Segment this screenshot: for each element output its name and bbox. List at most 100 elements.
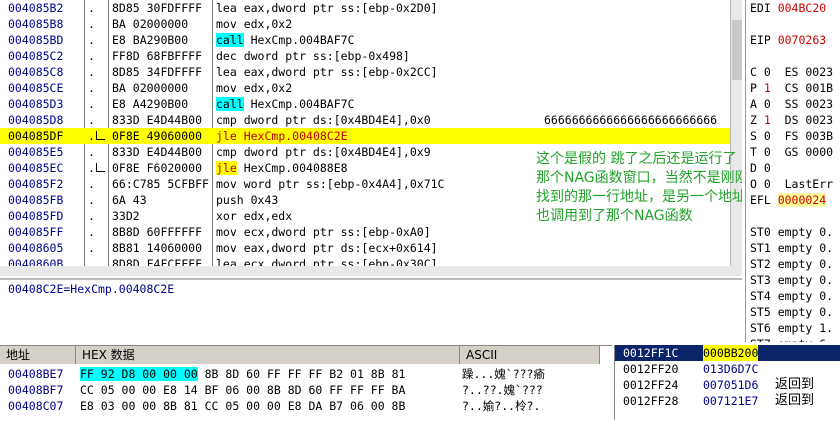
register-line[interactable]: EFL 0000024 bbox=[750, 192, 827, 208]
opcode-bytes: 8B8D 60FFFFFF bbox=[112, 225, 203, 239]
instruction-address[interactable]: 004085B8 bbox=[8, 16, 63, 32]
disasm-row[interactable]: 004085CE. BA 02000000 mov edx,0x2 bbox=[0, 80, 742, 96]
register-line[interactable]: Z 1 DS 0023 bbox=[750, 112, 833, 128]
register-value[interactable]: 0000024 bbox=[777, 193, 827, 207]
register-line[interactable]: S 0 FS 003B bbox=[750, 128, 833, 144]
dump-address[interactable]: 00408BF7 bbox=[8, 382, 63, 398]
disasm-row[interactable]: 004085C2. FF8D 68FBFFFF dec dword ptr ss:[… bbox=[0, 48, 742, 64]
disasm-row[interactable]: 004085D8. 833D E4D44B00 cmp dword ptr ds:[… bbox=[0, 112, 742, 128]
instruction-text: mov word ptr ss:[ebp-0x4A4],0x71C bbox=[216, 177, 445, 191]
disasm-row[interactable]: 004085D3. E8 A4290B00 call HexCmp.004BAF7C bbox=[0, 96, 742, 112]
disassembly-scrollbar[interactable] bbox=[730, 0, 742, 276]
register-name: P bbox=[750, 81, 764, 95]
dump-header-hex[interactable]: HEX 数据 bbox=[76, 346, 460, 364]
register-name: O 0 LastErr bbox=[750, 177, 834, 191]
disassembly-pane[interactable]: 004085B2. 8D85 30FDFFFF lea eax,dword ptr … bbox=[0, 0, 742, 278]
jump-arrow-icon bbox=[96, 163, 105, 172]
mnemonic: jle bbox=[216, 161, 237, 175]
register-name: T 0 GS 0000 bbox=[750, 145, 834, 159]
opcode-bytes: FF8D 68FBFFFF bbox=[112, 49, 203, 63]
opcode-bytes: BA 02000000 bbox=[112, 17, 189, 31]
stack-address[interactable]: 0012FF20 bbox=[623, 361, 678, 377]
register-line[interactable]: EIP 0070263 bbox=[750, 32, 826, 48]
stack-pane[interactable]: 0012FF1C 000BB200 0012FF20 013D6D7C 0012FF24… bbox=[614, 345, 840, 420]
instruction-address[interactable]: 004085B2 bbox=[8, 0, 63, 16]
instruction-address[interactable]: 004085F2 bbox=[8, 176, 63, 192]
row-marker: . bbox=[88, 209, 95, 223]
instruction-address[interactable]: 004085FB bbox=[8, 192, 63, 208]
dump-row[interactable]: 00408C07 E8 03 00 00 8B 81 CC 05 00 00 E8… bbox=[0, 398, 612, 414]
register-line[interactable]: ST5 empty 0. bbox=[750, 304, 833, 320]
disasm-row[interactable]: 004085DF. 0F8E 49060000 jle HexCmp.00408C2… bbox=[0, 128, 742, 144]
register-line[interactable]: ST3 empty 0. bbox=[750, 272, 833, 288]
register-line[interactable]: ST0 empty 0. bbox=[750, 224, 833, 240]
instruction-address[interactable]: 004085FF bbox=[8, 224, 63, 240]
register-name: ST4 empty 0. bbox=[750, 289, 834, 303]
instruction-text: mov edx,0x2 bbox=[216, 81, 293, 95]
register-value[interactable]: 004BC20 bbox=[778, 1, 826, 15]
stack-value: 007051D6 bbox=[703, 378, 759, 392]
stack-address[interactable]: 0012FF24 bbox=[623, 377, 678, 393]
register-line[interactable]: ST4 empty 0. bbox=[750, 288, 833, 304]
row-marker: . bbox=[88, 97, 95, 111]
register-line[interactable]: O 0 LastErr bbox=[750, 176, 833, 192]
opcode-bytes: BA 02000000 bbox=[112, 81, 189, 95]
register-line[interactable]: ST6 empty 1. bbox=[750, 320, 833, 336]
instruction-address[interactable]: 004085BD bbox=[8, 32, 63, 48]
dump-row[interactable]: 00408BF7 CC 05 00 00 E8 14 BF 06 00 8B 8D… bbox=[0, 382, 612, 398]
dump-header-address[interactable]: 地址 bbox=[0, 346, 76, 364]
stack-row[interactable]: 0012FF24 007051D6 返回到 bbox=[615, 377, 840, 393]
register-value[interactable]: 1 bbox=[764, 81, 771, 95]
stack-row[interactable]: 0012FF28 007121E7 返回到 bbox=[615, 393, 840, 409]
disassembly-hscrollbar[interactable] bbox=[0, 266, 742, 276]
register-name: ST2 empty 0. bbox=[750, 257, 834, 271]
dump-row[interactable]: 00408BE7 FF 92 D8 00 00 00 8B 8D 60 FF FF… bbox=[0, 366, 612, 382]
register-line[interactable]: A 0 SS 0023 bbox=[750, 96, 833, 112]
stack-comment: 返回到 bbox=[775, 377, 815, 392]
register-line[interactable]: D 0 bbox=[750, 160, 771, 176]
register-line[interactable]: T 0 GS 0000 bbox=[750, 144, 833, 160]
dump-header-ascii[interactable]: ASCII bbox=[460, 346, 600, 364]
stack-value: 000BB200 bbox=[703, 345, 759, 361]
disasm-row[interactable]: 004085C8. 8D85 34FDFFFF lea eax,dword ptr … bbox=[0, 64, 742, 80]
stack-value: 007121E7 bbox=[703, 394, 759, 408]
disasm-row[interactable]: 00408605. 8B81 14060000 mov eax,dword ptr … bbox=[0, 240, 742, 256]
stack-row[interactable]: 0012FF20 013D6D7C bbox=[615, 361, 840, 377]
instruction-address[interactable]: 004085D3 bbox=[8, 96, 63, 112]
stack-row[interactable]: 0012FF1C 000BB200 bbox=[615, 345, 840, 361]
stack-address[interactable]: 0012FF28 bbox=[623, 393, 678, 409]
dump-address[interactable]: 00408C07 bbox=[8, 398, 63, 414]
disasm-row[interactable]: 004085B8. BA 02000000 mov edx,0x2 bbox=[0, 16, 742, 32]
register-value[interactable]: 0070263 bbox=[778, 33, 826, 47]
register-name: EIP bbox=[750, 33, 778, 47]
register-name: ST5 empty 0. bbox=[750, 305, 834, 319]
opcode-bytes: 8D85 34FDFFFF bbox=[112, 65, 203, 79]
register-value[interactable]: 1 bbox=[764, 113, 771, 127]
dump-address[interactable]: 00408BE7 bbox=[8, 366, 63, 382]
disasm-row[interactable]: 004085BD. E8 BA290B00 call HexCmp.004BAF7C bbox=[0, 32, 742, 48]
segment-register: DS 0023 bbox=[770, 113, 834, 127]
registers-pane[interactable]: EDI 004BC20 EIP 0070263 C 0 ES 0023 P 1 CS … bbox=[745, 0, 840, 342]
memory-dump-pane[interactable]: 地址 HEX 数据 ASCII 00408BE7 FF 92 D8 00 00 0… bbox=[0, 345, 612, 421]
instruction-address[interactable]: 004085EC bbox=[8, 160, 63, 176]
row-marker: . bbox=[88, 49, 95, 63]
scroll-thumb[interactable] bbox=[732, 20, 742, 80]
instruction-address[interactable]: 00408605 bbox=[8, 240, 63, 256]
instruction-address[interactable]: 004085FD bbox=[8, 208, 63, 224]
instruction-address[interactable]: 004085C8 bbox=[8, 64, 63, 80]
register-line[interactable]: ST2 empty 0. bbox=[750, 256, 833, 272]
disasm-row[interactable]: 004085B2. 8D85 30FDFFFF lea eax,dword ptr … bbox=[0, 0, 742, 16]
register-line[interactable]: ST1 empty 0. bbox=[750, 240, 833, 256]
instruction-address[interactable]: 004085CE bbox=[8, 80, 63, 96]
instruction-address[interactable]: 004085D8 bbox=[8, 112, 63, 128]
instruction-address[interactable]: 004085DF bbox=[8, 128, 63, 144]
instruction-address[interactable]: 004085C2 bbox=[8, 48, 63, 64]
register-line[interactable]: P 1 CS 001B bbox=[750, 80, 833, 96]
register-line[interactable]: EDI 004BC20 bbox=[750, 0, 826, 16]
register-line[interactable]: C 0 ES 0023 bbox=[750, 64, 833, 80]
register-line[interactable]: ST7 empty 6. bbox=[750, 336, 833, 342]
dump-hex: FF 92 D8 00 00 00 8B 8D 60 FF FF FF B2 0… bbox=[80, 367, 406, 381]
disasm-row[interactable]: 004085FF. 8B8D 60FFFFFF mov ecx,dword ptr … bbox=[0, 224, 742, 240]
stack-address[interactable]: 0012FF1C bbox=[623, 345, 678, 361]
instruction-address[interactable]: 004085E5 bbox=[8, 144, 63, 160]
